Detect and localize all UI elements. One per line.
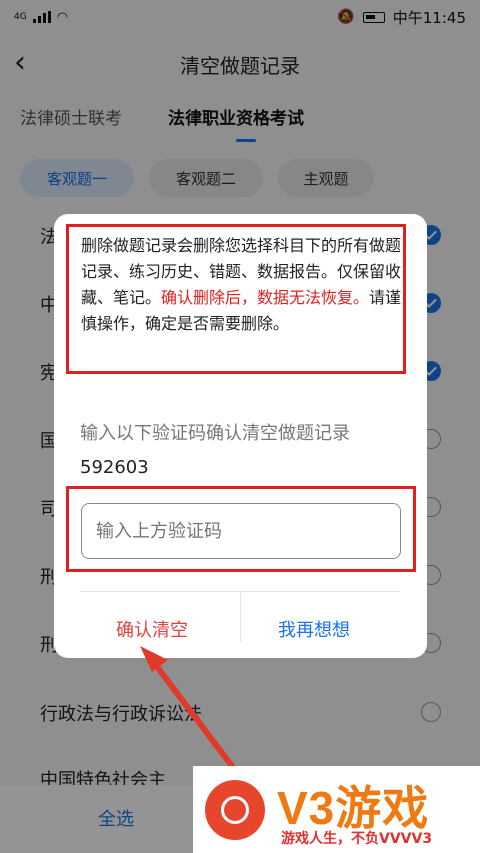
cancel-button[interactable]: 我再想想 bbox=[278, 616, 350, 642]
watermark-slogan: 游戏人生，不负VVVV3 bbox=[281, 831, 433, 847]
confirm-clear-button[interactable]: 确认清空 bbox=[116, 616, 188, 642]
confirm-dialog: 删除做题记录会删除您选择科目下的所有做题记录、练习历史、错题、数据报告。仅保留收… bbox=[54, 214, 427, 658]
warning-red-text: 确认删除后，数据无法恢复。 bbox=[161, 288, 370, 307]
input-highlight bbox=[66, 486, 416, 572]
app-screen: 4G ◠ 🔕 中午11:45 ‹ 清空做题记录 法律硕士联考 法律职业资格考试 … bbox=[0, 0, 480, 853]
verification-code: 592603 bbox=[80, 457, 149, 478]
verify-prompt: 输入以下验证码确认清空做题记录 bbox=[80, 423, 350, 444]
verification-code-input[interactable] bbox=[81, 503, 401, 559]
watermark-logo-icon bbox=[205, 780, 265, 840]
button-separator bbox=[240, 592, 241, 642]
watermark: V3游戏 游戏人生，不负VVVV3 bbox=[193, 766, 480, 853]
warning-message: 删除做题记录会删除您选择科目下的所有做题记录、练习历史、错题、数据报告。仅保留收… bbox=[66, 224, 406, 374]
